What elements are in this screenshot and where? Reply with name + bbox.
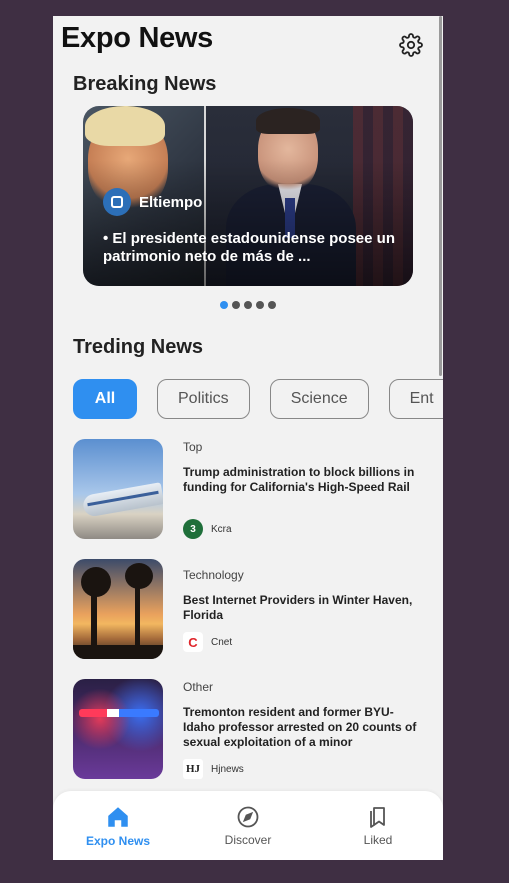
nav-tab-expo-news[interactable]: Expo News (68, 804, 168, 848)
nav-label: Liked (363, 832, 393, 847)
page-dot[interactable] (256, 301, 264, 309)
filter-chip-entertainment[interactable]: Ent (388, 379, 443, 419)
news-category: Top (183, 440, 203, 454)
settings-button[interactable] (397, 31, 425, 59)
hjnews-logo-icon: HJ (183, 759, 203, 779)
app-title: Expo News (61, 22, 214, 54)
nav-tab-discover[interactable]: Discover (198, 805, 298, 847)
news-title: Tremonton resident and former BYU-Idaho … (183, 705, 417, 749)
nav-label: Discover (224, 832, 272, 847)
gear-icon (399, 33, 423, 57)
bottom-navigation: Expo News Discover Liked (53, 791, 443, 860)
news-category: Other (183, 680, 214, 694)
news-thumbnail (73, 439, 163, 539)
page-dot[interactable] (268, 301, 276, 309)
page-dot[interactable] (220, 301, 228, 309)
source-name: Eltiempo (139, 193, 203, 211)
news-list-item[interactable]: Other Tremonton resident and former BYU-… (73, 679, 423, 779)
breaking-news-title: Breaking News (73, 73, 217, 95)
carousel-pagination[interactable] (220, 301, 276, 309)
filter-chip-politics[interactable]: Politics (157, 379, 250, 419)
kcra-logo-icon: 3 (183, 519, 203, 539)
trending-news-title: Treding News (73, 336, 204, 358)
nav-tab-liked[interactable]: Liked (328, 805, 428, 847)
news-list-item[interactable]: Technology Best Internet Providers in Wi… (73, 559, 423, 659)
home-icon (108, 806, 128, 827)
news-source-name: Kcra (211, 523, 232, 535)
compass-icon (237, 806, 259, 827)
news-category: Technology (183, 568, 244, 582)
nav-label: Expo News (85, 833, 151, 848)
scrollbar[interactable] (439, 16, 442, 376)
app-screen: Expo News Breaking News Eltiempo • El pr… (53, 16, 443, 860)
bookmark-icon (370, 806, 385, 828)
breaking-news-card[interactable]: Eltiempo • El presidente estadounidense … (83, 106, 413, 286)
filter-chip-science[interactable]: Science (269, 379, 369, 419)
filter-chip-all[interactable]: All (73, 379, 137, 419)
category-filters: All Politics Science Ent (73, 379, 443, 419)
news-source: C Cnet (183, 632, 232, 652)
news-thumbnail (73, 559, 163, 659)
page-dot[interactable] (244, 301, 252, 309)
news-source-name: Hjnews (211, 763, 244, 775)
news-list-item[interactable]: Top Trump administration to block billio… (73, 439, 423, 539)
breaking-headline: • El presidente estadounidense posee un … (103, 230, 395, 265)
news-title: Trump administration to block billions i… (183, 465, 415, 494)
breaking-source: Eltiempo (103, 188, 202, 216)
news-source: 3 Kcra (183, 519, 232, 539)
news-thumbnail (73, 679, 163, 779)
cnet-logo-icon: C (183, 632, 203, 652)
news-source-name: Cnet (211, 636, 233, 648)
news-title: Best Internet Providers in Winter Haven,… (183, 593, 413, 622)
news-source: HJ Hjnews (183, 759, 244, 779)
page-dot[interactable] (232, 301, 240, 309)
eltiempo-logo-icon (103, 188, 131, 216)
